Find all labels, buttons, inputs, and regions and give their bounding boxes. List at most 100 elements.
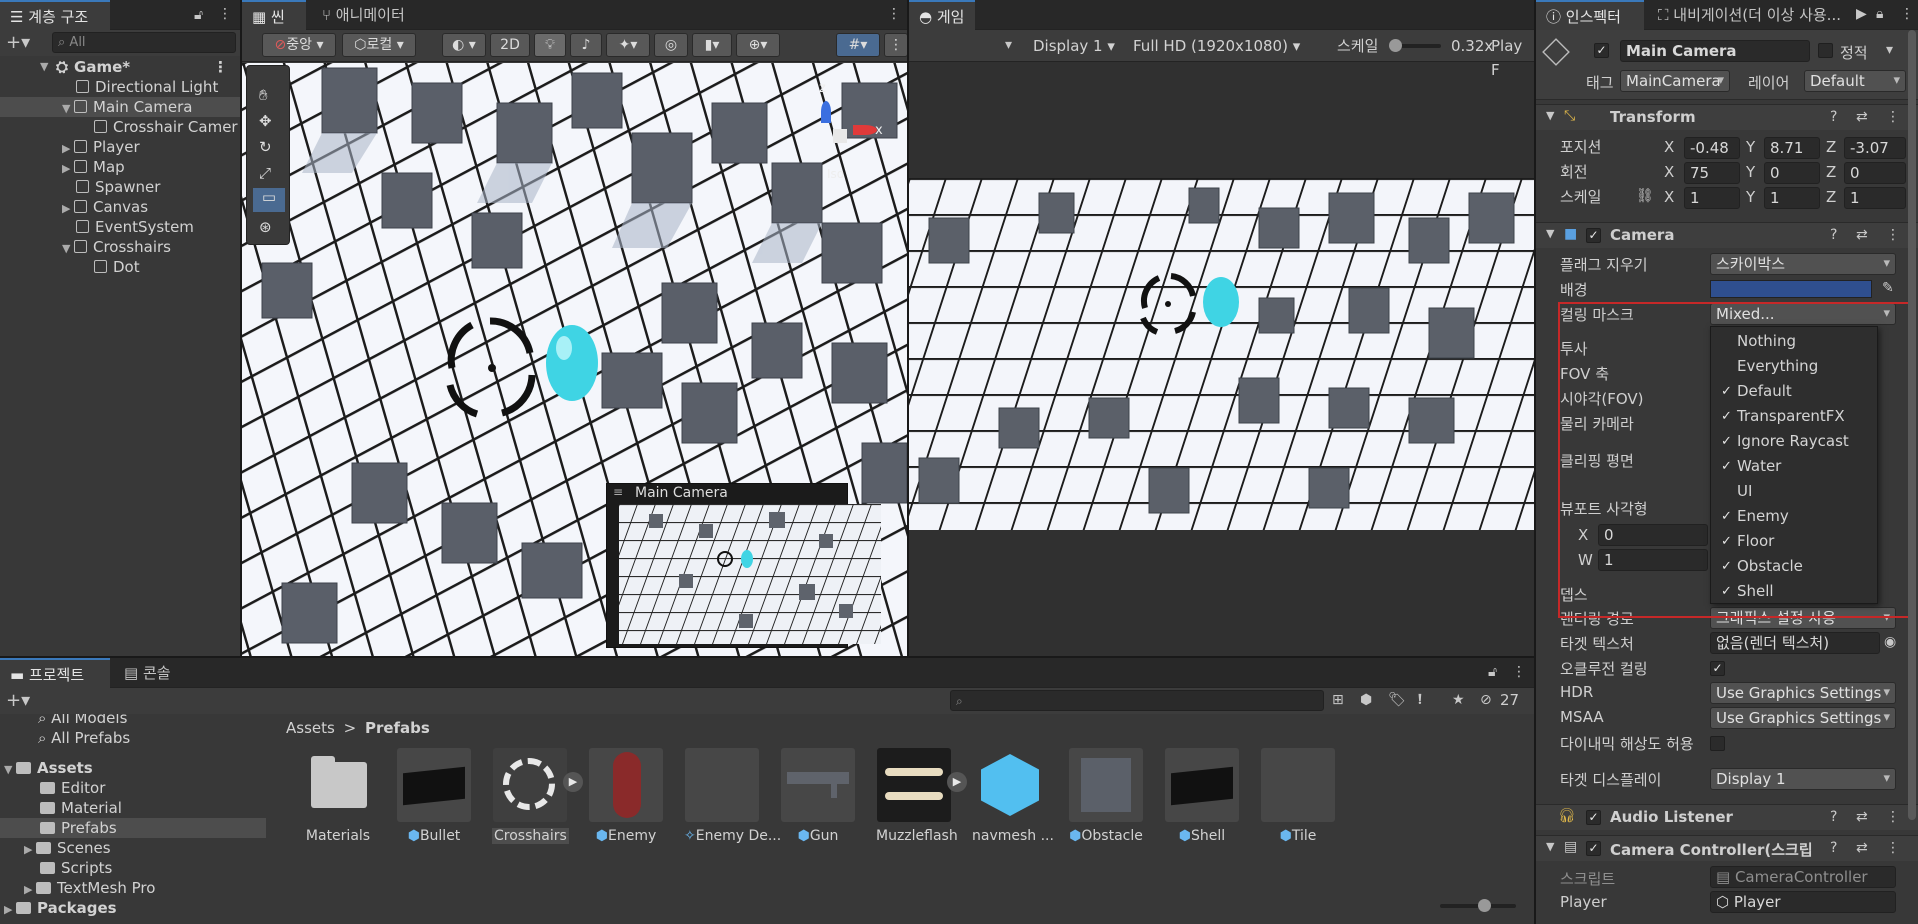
asset-obstacle[interactable]: ⬢Obstacle bbox=[1068, 748, 1144, 844]
expand-arrow-icon[interactable]: ▶ bbox=[4, 900, 16, 920]
audio-listener-header[interactable]: 🎧︎ ✓ Audio Listener ? ⇄ ⋮ bbox=[1536, 804, 1918, 830]
warning-icon[interactable]: ❗︎ bbox=[1418, 692, 1422, 708]
tab-console[interactable]: ▤ 콘솔 bbox=[114, 658, 181, 688]
menu-item-transparentfx[interactable]: ✓ TransparentFX bbox=[1711, 404, 1877, 429]
move-tool-icon[interactable]: ✥ bbox=[259, 112, 272, 130]
menu-item-default[interactable]: ✓ Default bbox=[1711, 379, 1877, 404]
preset-icon[interactable]: ⇄ bbox=[1856, 809, 1868, 825]
play-focus-dropdown[interactable]: Play F bbox=[1491, 34, 1534, 82]
collapse-arrow-icon[interactable]: ▼ bbox=[1546, 227, 1554, 240]
tag-icon[interactable]: 🏷︎ bbox=[1388, 692, 1406, 708]
position-z-field[interactable]: -3.07 bbox=[1844, 137, 1906, 159]
menu-item-floor[interactable]: ✓ Floor bbox=[1711, 529, 1877, 554]
gizmos-dropdown[interactable]: ⊕▾ bbox=[736, 33, 780, 57]
resolution-dropdown[interactable]: Full HD (1920x1080) ▾ bbox=[1133, 34, 1329, 58]
add-icon[interactable]: +▾ bbox=[6, 690, 30, 711]
collapse-arrow-icon[interactable]: ▼ bbox=[1546, 109, 1554, 122]
preset-icon[interactable]: ⇄ bbox=[1856, 109, 1868, 125]
tree-item-all-models[interactable]: ⌕ All Models bbox=[0, 714, 266, 728]
search-by-label-icon[interactable]: ⬢ bbox=[1360, 692, 1372, 708]
help-icon[interactable]: ? bbox=[1830, 109, 1837, 125]
scale-x-field[interactable]: 1 bbox=[1684, 187, 1740, 209]
tree-item-scripts[interactable]: Scripts bbox=[0, 858, 266, 878]
more-menu-icon[interactable]: ⋮ bbox=[213, 57, 228, 77]
rotation-z-field[interactable]: 0 bbox=[1844, 162, 1906, 184]
add-icon[interactable]: +▾ bbox=[6, 32, 30, 53]
game-viewport[interactable] bbox=[909, 178, 1534, 530]
menu-item-obstacle[interactable]: ✓ Obstacle bbox=[1711, 554, 1877, 579]
more-menu-icon[interactable]: ⋮ bbox=[1886, 840, 1900, 856]
static-checkbox[interactable] bbox=[1818, 43, 1833, 58]
play-icon[interactable]: ▶ bbox=[947, 772, 967, 792]
asset-enemy[interactable]: ⬢Enemy bbox=[588, 748, 664, 844]
tree-item-assets[interactable]: ▼ Assets bbox=[0, 758, 266, 778]
hierarchy-search-input[interactable]: ⌕ All bbox=[52, 32, 236, 53]
preset-icon[interactable]: ⇄ bbox=[1856, 840, 1868, 856]
tree-item-prefabs[interactable]: Prefabs bbox=[0, 818, 266, 838]
tab-project[interactable]: ▬ 프로젝트 bbox=[0, 658, 110, 688]
tree-item-all-prefabs[interactable]: ⌕ All Prefabs bbox=[0, 728, 266, 748]
effects-dropdown[interactable]: ✦▾ bbox=[606, 33, 650, 57]
asset-enemy-death[interactable]: ✧Enemy De... bbox=[684, 748, 781, 844]
more-menu-icon[interactable]: ⋮ bbox=[887, 6, 901, 22]
breadcrumb-prefabs[interactable]: Prefabs bbox=[365, 719, 430, 737]
camera-header[interactable]: ▼ ■ ✓ Camera ? ⇄ ⋮ bbox=[1536, 222, 1918, 248]
object-picker-icon[interactable]: ◉ bbox=[1884, 634, 1896, 650]
dynamic-resolution-checkbox[interactable] bbox=[1710, 736, 1725, 751]
inspector-scrollbar[interactable] bbox=[1908, 30, 1916, 820]
expand-arrow-icon[interactable]: ▶ bbox=[62, 199, 74, 219]
target-display-dropdown[interactable]: Display 1 bbox=[1710, 768, 1896, 790]
rotate-tool-icon[interactable]: ↻ bbox=[259, 138, 272, 156]
more-menu-icon[interactable]: ⋮ bbox=[1886, 109, 1900, 125]
asset-gun[interactable]: ⬢Gun bbox=[780, 748, 856, 844]
tree-item-spawner[interactable]: Spawner bbox=[0, 177, 240, 197]
tree-item-textmesh-pro[interactable]: ▶ TextMesh Pro bbox=[0, 878, 266, 898]
tree-item-player[interactable]: ▶ Player bbox=[0, 137, 240, 157]
occlusion-culling-checkbox[interactable]: ✓ bbox=[1710, 661, 1725, 676]
help-icon[interactable]: ? bbox=[1830, 809, 1837, 825]
space-dropdown[interactable]: ⬡로컬 ▾ bbox=[342, 33, 416, 57]
asset-muzzleflash[interactable]: ▶ Muzzleflash bbox=[876, 748, 967, 844]
background-color-swatch[interactable] bbox=[1710, 280, 1872, 298]
tab-scene[interactable]: ▦ 씬 bbox=[242, 0, 306, 30]
asset-tile[interactable]: ⬢Tile bbox=[1260, 748, 1336, 844]
tree-item-editor[interactable]: Editor bbox=[0, 778, 266, 798]
link-icon[interactable]: ⛓︎ bbox=[1636, 188, 1654, 204]
tree-item-scene[interactable]: ▼ ⛭ Game* ⋮ bbox=[0, 57, 240, 77]
lock-icon[interactable]: 🔒︎ bbox=[1876, 6, 1883, 22]
position-x-field[interactable]: -0.48 bbox=[1684, 137, 1740, 159]
audio-toggle[interactable]: ♪ bbox=[570, 33, 602, 57]
project-search-input[interactable]: ⌕ bbox=[950, 690, 1324, 711]
scale-z-field[interactable]: 1 bbox=[1844, 187, 1906, 209]
rotation-y-field[interactable]: 0 bbox=[1764, 162, 1820, 184]
tree-item-crosshair-camera[interactable]: Crosshair Camer bbox=[0, 117, 240, 137]
preset-icon[interactable]: ⇄ bbox=[1856, 227, 1868, 243]
controller-enabled-checkbox[interactable]: ✓ bbox=[1586, 841, 1601, 856]
tree-item-dot[interactable]: Dot bbox=[0, 257, 240, 277]
toggle-2d-button[interactable]: 2D bbox=[490, 33, 530, 57]
asset-navmesh[interactable]: navmesh ... bbox=[972, 748, 1054, 844]
more-menu-icon[interactable]: ⋮ bbox=[1886, 809, 1900, 825]
clear-flags-dropdown[interactable]: 스카이박스 bbox=[1710, 253, 1896, 275]
menu-item-water[interactable]: ✓ Water bbox=[1711, 454, 1877, 479]
orientation-gizmo[interactable]: z x Iso bbox=[807, 73, 897, 193]
expand-arrow-icon[interactable]: ▼ bbox=[62, 239, 74, 259]
lock-icon[interactable]: 🔓︎ bbox=[1488, 664, 1497, 680]
camera-enabled-checkbox[interactable]: ✓ bbox=[1586, 228, 1601, 243]
menu-item-everything[interactable]: Everything bbox=[1711, 354, 1877, 379]
more-menu-icon[interactable]: ⋮ bbox=[1512, 664, 1526, 680]
menu-item-ignore-raycast[interactable]: ✓ Ignore Raycast bbox=[1711, 429, 1877, 454]
tree-item-material[interactable]: Material bbox=[0, 798, 266, 818]
transform-tool-icon[interactable]: ⊛ bbox=[259, 218, 272, 236]
scene-viewport[interactable]: ✋︎ ✥ ↻ ⤢ ▭ ⊛ z x Iso Main Camera ≡ bbox=[242, 63, 907, 656]
scale-slider[interactable] bbox=[1389, 39, 1441, 52]
snap-toggle[interactable]: ⋮ bbox=[884, 33, 907, 57]
thumbnail-size-slider[interactable] bbox=[1440, 899, 1516, 912]
search-by-type-icon[interactable]: ⊞ bbox=[1332, 692, 1344, 708]
tab-navigation[interactable]: ⛶ 내비게이션(더 이상 사용... bbox=[1648, 0, 1848, 30]
breadcrumb-assets[interactable]: Assets bbox=[286, 719, 335, 737]
active-checkbox[interactable]: ✓ bbox=[1594, 43, 1609, 58]
menu-item-ui[interactable]: UI bbox=[1711, 479, 1877, 504]
play-icon[interactable]: ▶ bbox=[563, 772, 583, 792]
lighting-toggle[interactable]: 💡︎ bbox=[534, 33, 566, 57]
